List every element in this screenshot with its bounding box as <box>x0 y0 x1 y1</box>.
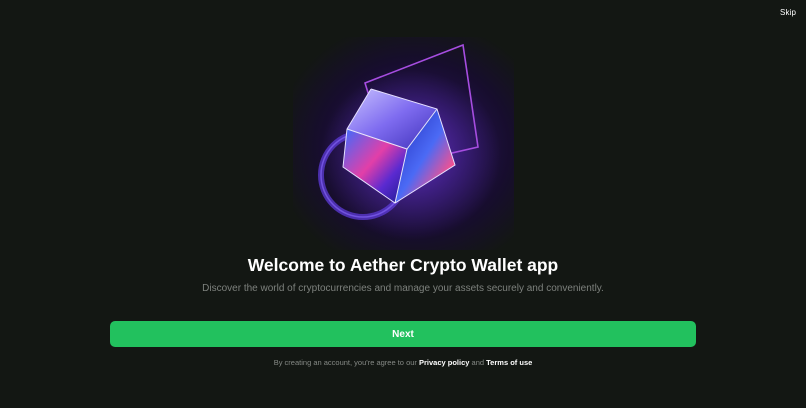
terms-notice: By creating an account, you're agree to … <box>0 358 806 367</box>
page-title: Welcome to Aether Crypto Wallet app <box>247 255 559 275</box>
terms-prefix: By creating an account, you're agree to … <box>273 358 417 367</box>
onboarding-screen: Skip Welcome to Aether Crypto Wallet app… <box>0 0 806 408</box>
page-subtitle: Discover the world of cryptocurrencies a… <box>202 283 604 294</box>
terms-and-text: and <box>471 358 485 367</box>
skip-link[interactable]: Skip <box>780 8 796 17</box>
hero-illustration <box>293 37 514 250</box>
terms-of-use-link[interactable]: Terms of use <box>486 358 532 367</box>
next-button[interactable]: Next <box>110 321 696 347</box>
crypto-cube-icon <box>318 43 501 240</box>
privacy-policy-link[interactable]: Privacy policy <box>419 358 469 367</box>
